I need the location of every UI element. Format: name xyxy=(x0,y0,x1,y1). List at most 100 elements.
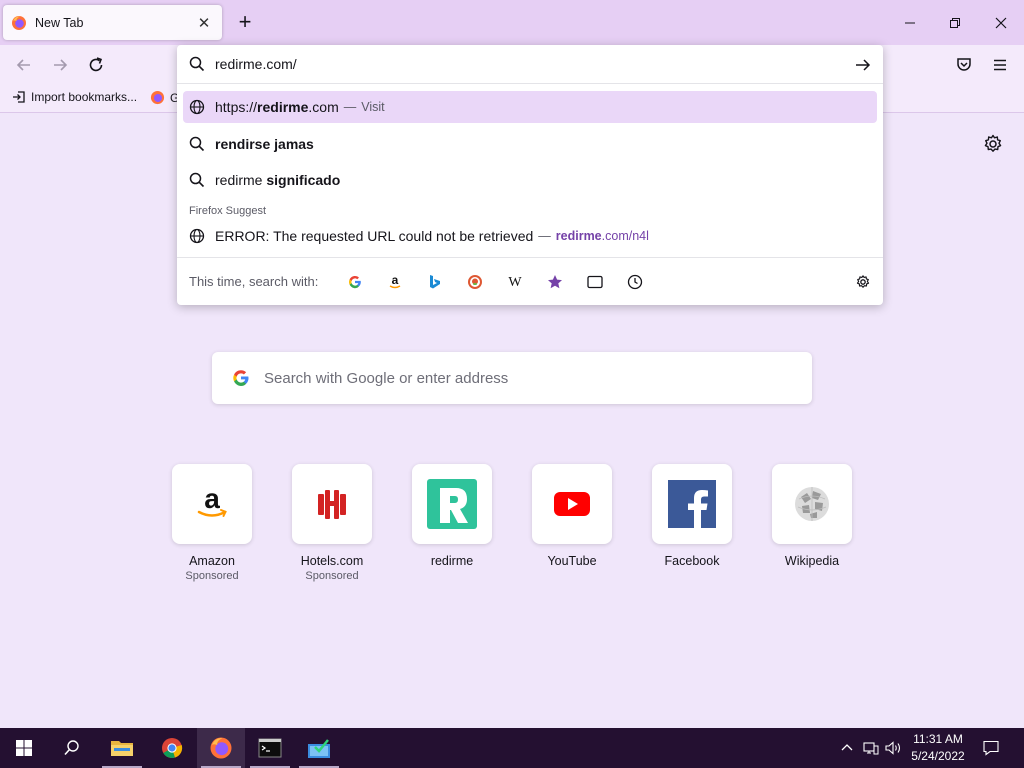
bing-icon xyxy=(430,275,440,289)
tab-strip: New Tab ✕ + xyxy=(0,0,1024,45)
result-visit[interactable]: https://redirme .com — Visit xyxy=(183,91,877,123)
pocket-icon xyxy=(957,58,971,71)
reload-button[interactable] xyxy=(82,51,110,79)
center-search-box[interactable]: Search with Google or enter address xyxy=(212,352,812,404)
urlbar-dropdown: redirme.com/ https://redirme .com — Visit… xyxy=(177,45,883,305)
close-tab-icon[interactable]: ✕ xyxy=(194,13,214,33)
go-arrow-icon[interactable] xyxy=(853,55,873,75)
show-hidden-icons-button[interactable] xyxy=(837,738,857,758)
restore-button[interactable] xyxy=(932,0,978,45)
close-window-button[interactable] xyxy=(978,0,1024,45)
urlbar-input[interactable]: redirme.com/ xyxy=(215,56,297,72)
facebook-logo xyxy=(652,464,732,544)
svg-text:a: a xyxy=(204,484,220,514)
firefox-icon xyxy=(150,90,165,105)
tabs-engine-button[interactable] xyxy=(585,272,605,292)
result-action: Visit xyxy=(361,100,385,114)
result-search[interactable]: redirme significado xyxy=(183,164,877,196)
top-site-hotels[interactable]: Hotels.com Sponsored xyxy=(292,464,372,582)
redirme-logo xyxy=(412,464,492,544)
search-icon xyxy=(189,136,205,152)
page-settings-button[interactable] xyxy=(982,133,1004,155)
chevron-up-icon xyxy=(841,744,853,751)
result-url-prefix: https:// xyxy=(215,99,258,115)
import-bookmarks-button[interactable]: Import bookmarks... xyxy=(12,90,137,104)
svg-text:a: a xyxy=(392,274,399,287)
import-icon xyxy=(13,91,25,103)
result-search[interactable]: rendirse jamas xyxy=(183,128,877,160)
top-site-redirme[interactable]: redirme xyxy=(412,464,492,568)
bing-engine-button[interactable] xyxy=(425,272,445,292)
result-search-plain: redirme xyxy=(215,172,267,188)
bookmark-item[interactable]: G xyxy=(150,90,179,105)
hotels-logo xyxy=(292,464,372,544)
top-site-facebook[interactable]: Facebook xyxy=(652,464,732,568)
result-search-text: rendirse jamas xyxy=(215,136,314,152)
hamburger-menu-icon xyxy=(994,59,1006,71)
app-icon xyxy=(308,739,330,758)
top-site-amazon[interactable]: a Amazon Sponsored xyxy=(172,464,252,582)
firefox-icon xyxy=(12,15,26,30)
urlbar[interactable]: redirme.com/ xyxy=(177,45,883,84)
top-site-title: Wikipedia xyxy=(784,554,840,568)
tab-icon xyxy=(587,275,603,289)
menu-button[interactable] xyxy=(986,51,1014,79)
svg-text:W: W xyxy=(508,275,522,289)
firefox-taskbar-button[interactable] xyxy=(197,728,245,768)
minimize-button[interactable] xyxy=(887,0,933,45)
back-button[interactable] xyxy=(10,51,38,79)
suggest-url-bold: redirme xyxy=(555,229,602,243)
result-search-bold: significado xyxy=(266,172,341,188)
wikipedia-icon: W xyxy=(508,275,522,289)
result-separator: — xyxy=(343,100,357,114)
speaker-icon xyxy=(885,741,901,755)
volume-button[interactable] xyxy=(884,738,904,758)
bookmarks-engine-button[interactable] xyxy=(545,272,565,292)
terminal-button[interactable] xyxy=(246,728,294,768)
top-site-title: YouTube xyxy=(547,554,597,568)
pocket-button[interactable] xyxy=(950,51,978,79)
notification-icon xyxy=(983,740,999,756)
new-tab-button[interactable]: + xyxy=(232,9,258,35)
notifications-button[interactable] xyxy=(981,738,1001,758)
network-icon xyxy=(863,742,879,755)
duckduckgo-icon xyxy=(468,275,482,289)
one-off-label: This time, search with: xyxy=(189,274,319,289)
system-clock[interactable]: 11:31 AM 5/24/2022 xyxy=(905,731,971,765)
windows-taskbar: 11:31 AM 5/24/2022 xyxy=(0,728,1024,768)
app-taskbar-button[interactable] xyxy=(295,728,343,768)
clock-icon xyxy=(627,274,643,290)
firefox-suggest-label: Firefox Suggest xyxy=(189,205,267,217)
forward-button[interactable] xyxy=(46,51,74,79)
windows-logo-icon xyxy=(16,740,32,756)
top-site-title: redirme xyxy=(430,554,474,568)
clock-time: 11:31 AM xyxy=(913,732,963,746)
firefox-icon xyxy=(210,737,232,759)
globe-icon xyxy=(189,99,205,115)
taskbar-search-button[interactable] xyxy=(48,728,96,768)
network-button[interactable] xyxy=(861,738,881,758)
top-site-youtube[interactable]: YouTube xyxy=(532,464,612,568)
center-search-placeholder: Search with Google or enter address xyxy=(264,369,509,387)
wikipedia-logo xyxy=(772,464,852,544)
duckduckgo-engine-button[interactable] xyxy=(465,272,485,292)
google-engine-button[interactable] xyxy=(345,272,365,292)
wikipedia-engine-button[interactable]: W xyxy=(505,272,525,292)
amazon-engine-button[interactable]: a xyxy=(385,272,405,292)
search-settings-button[interactable] xyxy=(853,272,873,292)
amazon-icon: a xyxy=(389,274,401,289)
folder-icon xyxy=(111,741,133,756)
start-button[interactable] xyxy=(0,728,48,768)
youtube-logo xyxy=(532,464,612,544)
chrome-button[interactable] xyxy=(148,728,196,768)
top-site-title: Facebook xyxy=(664,554,720,568)
result-separator: — xyxy=(538,229,551,243)
chrome-icon xyxy=(162,738,183,758)
amazon-logo: a xyxy=(172,464,252,544)
result-suggest[interactable]: ERROR: The requested URL could not be re… xyxy=(183,220,877,252)
top-site-wikipedia[interactable]: Wikipedia xyxy=(772,464,852,568)
file-explorer-button[interactable] xyxy=(98,728,146,768)
history-engine-button[interactable] xyxy=(625,272,645,292)
tab-new-tab[interactable]: New Tab ✕ xyxy=(3,5,222,40)
suggest-title: ERROR: The requested URL could not be re… xyxy=(215,228,534,244)
